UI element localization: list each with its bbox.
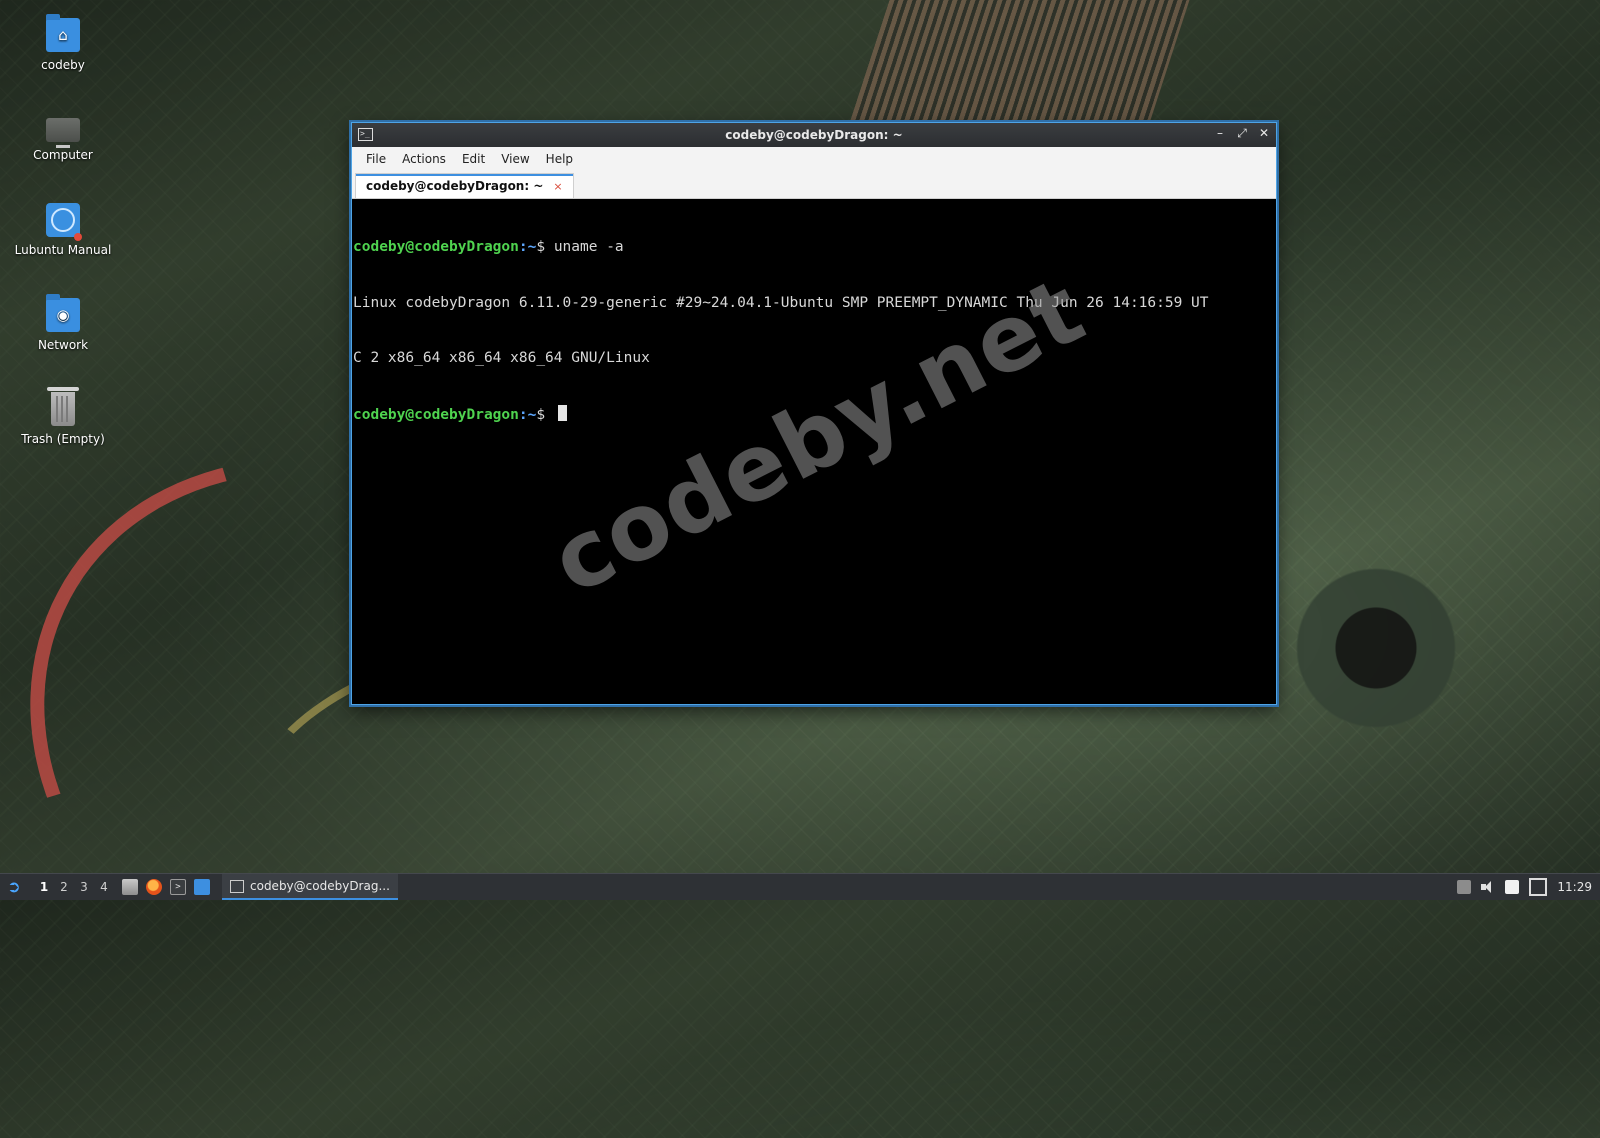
minimize-button[interactable]: – — [1214, 126, 1226, 141]
show-desktop-icon[interactable] — [194, 879, 210, 895]
prompt-user: codeby@codebyDragon — [353, 239, 519, 255]
trash-icon — [47, 387, 79, 426]
firefox-icon[interactable] — [146, 879, 162, 895]
lubuntu-start-icon[interactable]: ➲ — [4, 877, 24, 897]
system-tray: 11:29 — [1457, 874, 1592, 900]
desktop-3-button[interactable]: 3 — [74, 880, 94, 894]
menu-actions[interactable]: Actions — [394, 150, 454, 168]
network-folder-icon: ◉ — [46, 294, 80, 332]
window-titlebar[interactable]: >_ codeby@codebyDragon: ~ – ⤢ ✕ — [352, 123, 1276, 147]
prompt-path: :~ — [518, 239, 537, 255]
tab-bar: codeby@codebyDragon: ~ × — [352, 171, 1276, 199]
terminal-icon[interactable]: > — [170, 879, 186, 895]
menu-help[interactable]: Help — [538, 150, 581, 168]
terminal-output-line: Linux codebyDragon 6.11.0-29-generic #29… — [353, 294, 1209, 311]
tab-terminal[interactable]: codeby@codebyDragon: ~ × — [355, 173, 574, 198]
desktop-1-button[interactable]: 1 — [34, 880, 54, 894]
terminal-cursor — [557, 404, 567, 421]
maximize-button[interactable]: ⤢ — [1236, 126, 1248, 141]
desktop-icon-computer[interactable]: Computer — [8, 110, 118, 162]
desktop-icon-label: Computer — [33, 148, 93, 162]
terminal-app-icon: >_ — [358, 128, 373, 141]
menu-file[interactable]: File — [358, 150, 394, 168]
prompt-user: codeby@codebyDragon — [353, 406, 519, 423]
terminal-command: uname -a — [553, 239, 624, 255]
background-circuit-chip — [850, 0, 1190, 120]
desktop-4-button[interactable]: 4 — [94, 880, 114, 894]
desktop-icon-label: Network — [37, 338, 89, 352]
quicklaunch: > — [122, 879, 210, 895]
desktop-icon-label: Lubuntu Manual — [14, 243, 112, 257]
network-status-icon[interactable] — [1529, 878, 1548, 896]
tab-label: codeby@codebyDragon: ~ — [366, 179, 544, 193]
terminal-line: codeby@codebyDragon:~$ — [353, 404, 1275, 424]
terminal-task-icon — [230, 879, 244, 893]
desktop-switcher: 1 2 3 4 — [34, 880, 114, 894]
tab-close-icon[interactable]: × — [553, 180, 562, 193]
desktop-icon-network[interactable]: ◉ Network — [8, 294, 118, 352]
manual-icon — [46, 203, 82, 241]
window-title: codeby@codebyDragon: ~ — [725, 128, 903, 142]
desktop-icon-home[interactable]: ⌂ codeby — [8, 14, 118, 72]
desktop-icon-label: codeby — [41, 58, 85, 72]
desktop-icon-trash[interactable]: Trash (Empty) — [8, 387, 118, 446]
file-manager-icon[interactable] — [122, 879, 138, 895]
volume-icon[interactable] — [1481, 880, 1495, 894]
taskbar-window-label: codeby@codebyDrag... — [250, 879, 390, 893]
clock[interactable]: 11:29 — [1557, 880, 1592, 894]
terminal-output-line: C 2 x86_64 x86_64 x86_64 GNU/Linux — [353, 350, 650, 366]
terminal-window[interactable]: >_ codeby@codebyDragon: ~ – ⤢ ✕ File Act… — [351, 122, 1277, 705]
prompt-symbol: $ — [536, 406, 554, 423]
taskbar-window-button[interactable]: codeby@codebyDrag... — [222, 874, 398, 900]
computer-icon — [46, 118, 80, 148]
desktop-icon-label: Trash (Empty) — [21, 432, 105, 446]
menu-view[interactable]: View — [493, 150, 537, 168]
taskbar: ➲ 1 2 3 4 > codeby@codebyDrag... 11:29 — [0, 873, 1600, 900]
menu-edit[interactable]: Edit — [454, 150, 493, 168]
terminal-line: codeby@codebyDragon:~$ uname -a — [353, 238, 1275, 257]
clipboard-icon[interactable] — [1505, 880, 1520, 894]
desktop-2-button[interactable]: 2 — [54, 880, 74, 894]
prompt-path: :~ — [518, 406, 537, 423]
home-folder-icon: ⌂ — [46, 14, 80, 52]
terminal-output[interactable]: codeby@codebyDragon:~$ uname -a Linux co… — [352, 199, 1276, 704]
desktop-icon-manual[interactable]: Lubuntu Manual — [8, 203, 118, 257]
close-button[interactable]: ✕ — [1258, 126, 1270, 141]
keyboard-layout-icon[interactable] — [1457, 880, 1472, 894]
menu-bar: File Actions Edit View Help — [352, 147, 1276, 171]
prompt-symbol: $ — [536, 239, 554, 255]
